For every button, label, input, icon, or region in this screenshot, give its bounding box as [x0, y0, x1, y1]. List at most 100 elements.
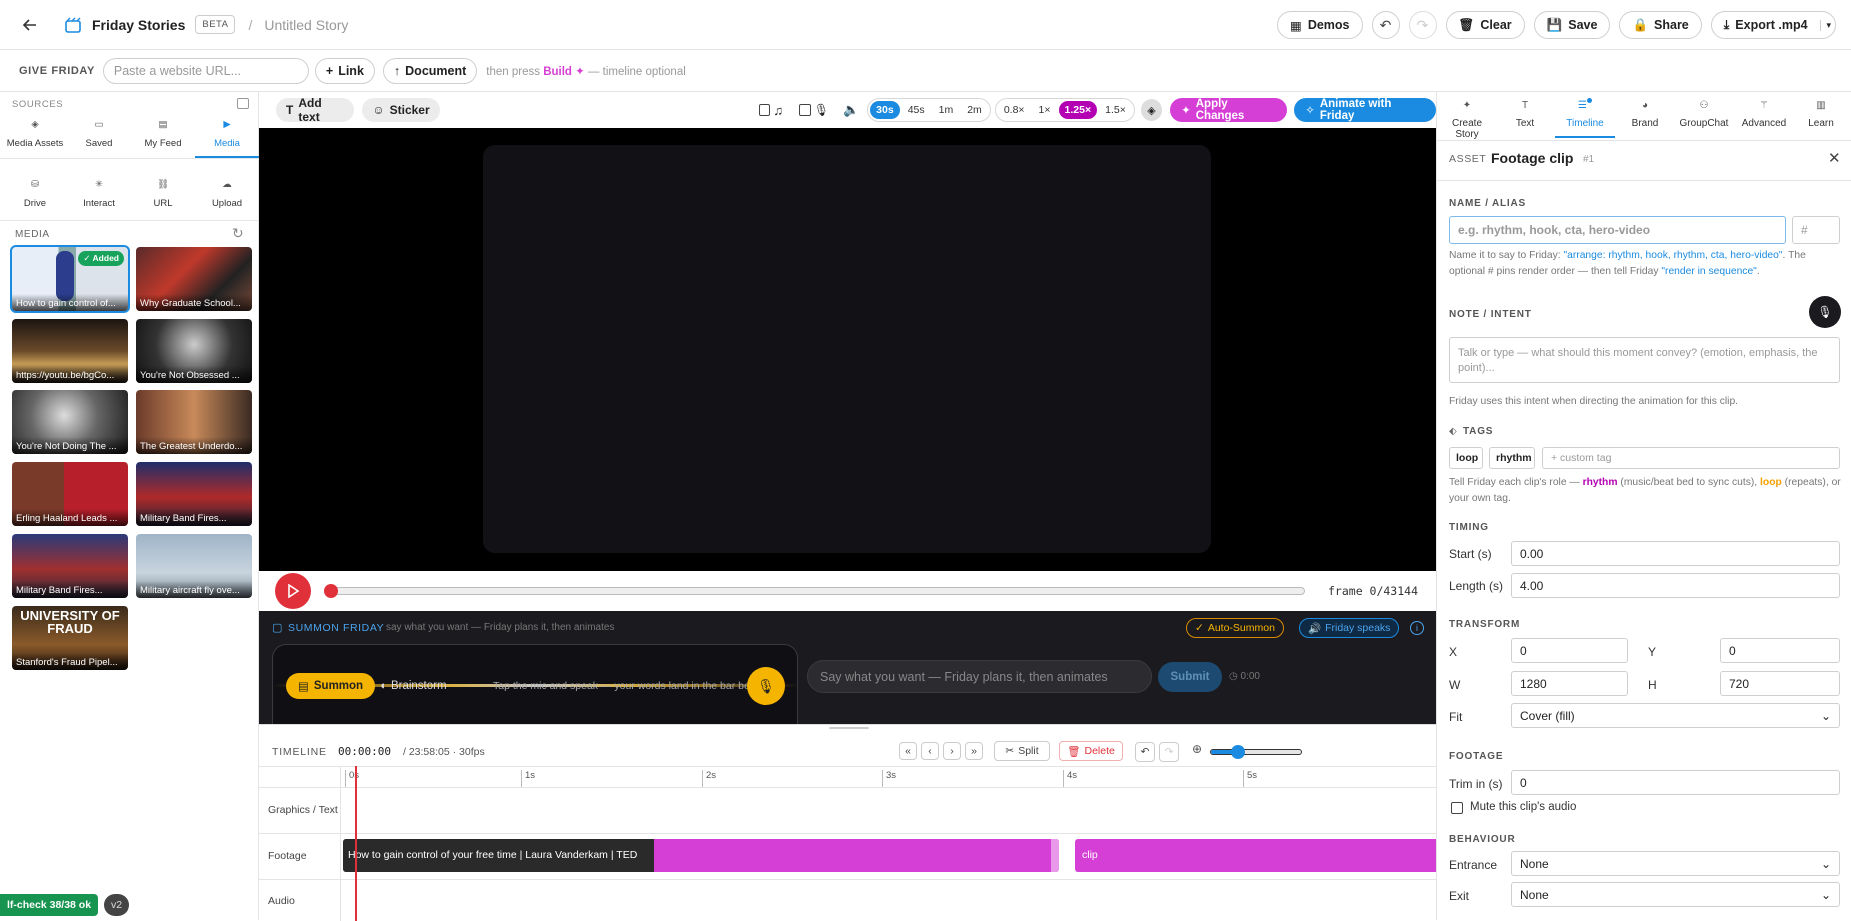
- mic-button[interactable]: 🎙: [747, 667, 785, 705]
- prompt-input[interactable]: Say what you want — Friday plans it, the…: [807, 660, 1152, 693]
- media-item[interactable]: You're Not Doing The ...: [12, 390, 128, 454]
- note-mic-button[interactable]: 🎙: [1809, 296, 1841, 328]
- cube-icon[interactable]: ◈: [1140, 99, 1163, 121]
- split-button[interactable]: ✂ Split: [994, 741, 1050, 761]
- width-input[interactable]: 1280: [1511, 671, 1628, 696]
- play-button[interactable]: [275, 573, 311, 609]
- media-item[interactable]: The Greatest Underdo...: [136, 390, 252, 454]
- refresh-icon[interactable]: ↻: [232, 225, 244, 242]
- voice-checkbox[interactable]: [799, 104, 811, 116]
- start-input[interactable]: 0.00: [1511, 541, 1840, 566]
- mute-checkbox[interactable]: [1451, 802, 1463, 814]
- speed-1-25[interactable]: 1.25×: [1058, 101, 1098, 119]
- trim-input[interactable]: 0: [1511, 770, 1840, 795]
- video-frame[interactable]: [483, 145, 1211, 553]
- delete-button[interactable]: 🗑 Delete: [1059, 741, 1123, 761]
- auto-summon-toggle[interactable]: ✓ Auto-Summon: [1186, 618, 1284, 638]
- media-item[interactable]: Military aircraft fly ove...: [136, 534, 252, 598]
- jump-start-button[interactable]: «: [899, 742, 917, 760]
- action-drive[interactable]: ⛁ Drive: [3, 174, 67, 210]
- height-input[interactable]: 720: [1720, 671, 1840, 696]
- volume-icon[interactable]: 🔈: [843, 102, 859, 118]
- url-input[interactable]: Paste a website URL...: [102, 57, 309, 84]
- media-item[interactable]: UNIVERSITY OF FRAUD Stanford's Fraud Pip…: [12, 606, 128, 670]
- back-icon[interactable]: [22, 17, 44, 33]
- media-item[interactable]: Why Graduate School...: [136, 247, 252, 311]
- custom-tag-input[interactable]: + custom tag: [1542, 447, 1840, 469]
- tab-text[interactable]: T Text: [1497, 92, 1553, 140]
- animate-button[interactable]: ✧ Animate with Friday: [1294, 98, 1437, 122]
- demos-button[interactable]: ▦ Demos: [1277, 11, 1363, 39]
- seek-thumb[interactable]: [324, 584, 338, 598]
- undo-button[interactable]: ↶: [1371, 11, 1400, 39]
- footage-clip[interactable]: How to gain control of your free time | …: [343, 839, 1059, 872]
- info-icon[interactable]: i: [1410, 621, 1424, 635]
- duration-45s[interactable]: 45s: [902, 101, 931, 119]
- submit-button[interactable]: Submit: [1158, 662, 1222, 692]
- export-button[interactable]: ⤓ Export .mp4 ▾: [1710, 11, 1837, 39]
- export-dropdown-icon[interactable]: ▾: [1819, 19, 1831, 31]
- tab-saved[interactable]: ▭ Saved: [67, 114, 131, 150]
- tab-learn[interactable]: ▥ Learn: [1793, 92, 1849, 140]
- y-input[interactable]: 0: [1720, 638, 1840, 663]
- close-icon[interactable]: ✕: [1828, 149, 1841, 167]
- undo-button[interactable]: ↶: [1135, 742, 1155, 762]
- music-checkbox[interactable]: [758, 104, 771, 116]
- action-url[interactable]: ⛓ URL: [131, 174, 195, 210]
- playhead[interactable]: [355, 766, 357, 921]
- tag-chip[interactable]: rhythm: [1489, 447, 1535, 469]
- tab-brand[interactable]: ◕ Brand: [1617, 92, 1673, 140]
- name-input[interactable]: e.g. rhythm, hook, cta, hero-video: [1449, 216, 1786, 244]
- duration-2m[interactable]: 2m: [961, 101, 988, 119]
- friday-speaks-toggle[interactable]: 🔊 Friday speaks: [1299, 618, 1400, 638]
- tab-create-story[interactable]: ✦ Create Story: [1439, 92, 1495, 140]
- tab-my-feed[interactable]: ▤ My Feed: [131, 114, 195, 150]
- seek-slider[interactable]: [324, 584, 1305, 598]
- add-text-button[interactable]: T Add text: [276, 96, 355, 124]
- tab-advanced[interactable]: ⚚ Advanced: [1735, 92, 1793, 140]
- media-item[interactable]: Erling Haaland Leads ...: [12, 462, 128, 526]
- tag-chip[interactable]: loop: [1449, 447, 1483, 469]
- story-title[interactable]: Untitled Story: [264, 17, 348, 33]
- prev-frame-button[interactable]: ‹: [921, 742, 939, 760]
- share-button[interactable]: 🔒 Share: [1619, 11, 1702, 39]
- footage-clip-2[interactable]: clip: [1075, 839, 1436, 872]
- tab-groupchat[interactable]: ⚇ GroupChat: [1673, 92, 1735, 140]
- resize-handle[interactable]: [829, 727, 869, 729]
- next-frame-button[interactable]: ›: [943, 742, 961, 760]
- time-ruler[interactable]: 0s 1s 2s 3s 4s 5s: [341, 766, 1436, 787]
- media-item[interactable]: Military Band Fires...: [136, 462, 252, 526]
- action-upload[interactable]: ☁ Upload: [195, 174, 259, 210]
- zoom-slider[interactable]: [1210, 745, 1302, 759]
- clear-button[interactable]: 🗑 Clear: [1445, 11, 1525, 39]
- speed-0-8[interactable]: 0.8×: [998, 101, 1031, 119]
- brainstorm-mode-button[interactable]: ◖ Brainstorm: [373, 673, 453, 699]
- link-button[interactable]: + Link: [314, 57, 375, 84]
- tab-media-assets[interactable]: ◈ Media Assets: [3, 114, 67, 150]
- x-input[interactable]: 0: [1511, 638, 1628, 663]
- collapse-sidebar-icon[interactable]: [237, 98, 249, 109]
- duration-1m[interactable]: 1m: [933, 101, 960, 119]
- tab-timeline[interactable]: ☰ Timeline: [1555, 92, 1615, 138]
- note-textarea[interactable]: Talk or type — what should this moment c…: [1449, 337, 1840, 383]
- jump-end-button[interactable]: »: [965, 742, 983, 760]
- entrance-select[interactable]: None ⌄: [1511, 851, 1840, 876]
- media-item[interactable]: Military Band Fires...: [12, 534, 128, 598]
- sticker-button[interactable]: ☺ Sticker: [362, 98, 440, 122]
- media-item[interactable]: You're Not Obsessed ...: [136, 319, 252, 383]
- speed-1[interactable]: 1×: [1033, 101, 1057, 119]
- media-item[interactable]: ✓ Added How to gain control of...: [10, 245, 130, 313]
- length-input[interactable]: 4.00: [1511, 573, 1840, 598]
- clip-trim-handle[interactable]: [1051, 839, 1059, 872]
- document-button[interactable]: ↑ Document: [382, 57, 478, 84]
- redo-button[interactable]: ↷: [1159, 742, 1179, 762]
- action-interact[interactable]: ✳ Interact: [67, 174, 131, 210]
- speed-1-5[interactable]: 1.5×: [1099, 101, 1132, 119]
- zoom-thumb[interactable]: [1231, 745, 1245, 759]
- exit-select[interactable]: None ⌄: [1511, 882, 1840, 907]
- tab-media[interactable]: ▶ Media: [195, 114, 259, 158]
- media-item[interactable]: https://youtu.be/bgCo...: [12, 319, 128, 383]
- fit-select[interactable]: Cover (fill) ⌄: [1511, 703, 1840, 728]
- redo-button[interactable]: ↷: [1408, 11, 1437, 39]
- save-button[interactable]: 💾 Save: [1533, 11, 1611, 39]
